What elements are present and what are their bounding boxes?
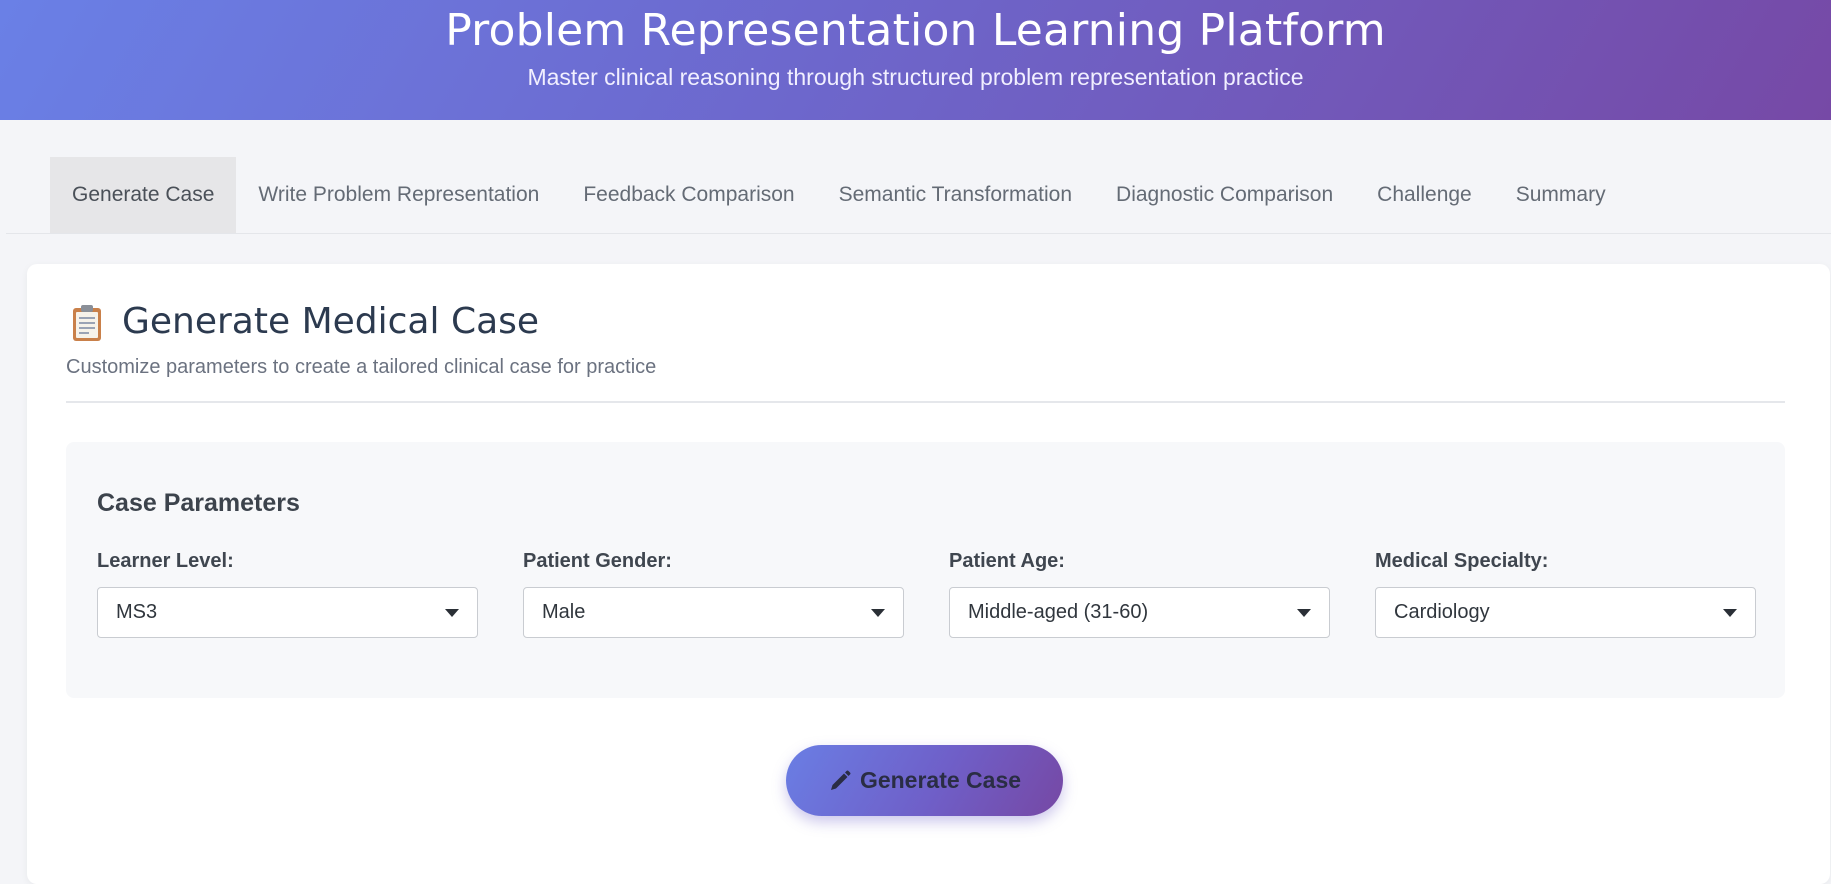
medical-specialty-select[interactable]: Cardiology <box>1375 587 1756 638</box>
tab-challenge[interactable]: Challenge <box>1355 157 1494 233</box>
app-title: Problem Representation Learning Platform <box>445 5 1386 56</box>
tab-bar: Generate Case Write Problem Representati… <box>6 157 1831 234</box>
patient-gender-select[interactable]: Male <box>523 587 904 638</box>
patient-gender-field: Patient Gender: Male <box>523 550 904 638</box>
caret-down-icon <box>871 608 885 617</box>
tab-diagnostic-comparison[interactable]: Diagnostic Comparison <box>1094 157 1355 233</box>
tab-label: Feedback Comparison <box>583 183 795 206</box>
tab-label: Diagnostic Comparison <box>1116 183 1334 206</box>
app-subtitle: Master clinical reasoning through struct… <box>527 64 1304 90</box>
app-header: Problem Representation Learning Platform… <box>0 0 1831 120</box>
tab-label: Summary <box>1515 183 1606 206</box>
learner-level-field: Learner Level: MS3 <box>97 550 478 638</box>
card-title: Generate Medical Case <box>122 301 540 342</box>
patient-age-select[interactable]: Middle-aged (31-60) <box>949 587 1330 638</box>
pencil-icon <box>830 770 851 790</box>
patient-age-field: Patient Age: Middle-aged (31-60) <box>949 550 1330 638</box>
tab-label: Challenge <box>1377 183 1472 206</box>
caret-down-icon <box>1723 608 1737 617</box>
tab-feedback-comparison[interactable]: Feedback Comparison <box>561 157 816 233</box>
generate-case-card: Generate Medical Case Customize paramete… <box>27 264 1830 884</box>
divider <box>66 401 1785 403</box>
clipboard-icon <box>72 304 101 341</box>
generate-case-button[interactable]: Generate Case <box>786 745 1063 816</box>
learner-level-label: Learner Level: <box>97 550 234 572</box>
medical-specialty-field: Medical Specialty: Cardiology <box>1375 550 1756 638</box>
tab-semantic-transformation[interactable]: Semantic Transformation <box>817 157 1094 233</box>
tab-summary[interactable]: Summary <box>1494 157 1628 233</box>
medical-specialty-label: Medical Specialty: <box>1375 550 1549 572</box>
tab-write-problem-representation[interactable]: Write Problem Representation <box>236 157 561 233</box>
card-subtitle: Customize parameters to create a tailore… <box>66 356 657 378</box>
generate-case-label: Generate Case <box>859 767 1022 793</box>
card-header: Generate Medical Case <box>72 301 539 342</box>
select-value: Cardiology <box>1394 601 1490 623</box>
tab-label: Semantic Transformation <box>838 183 1073 206</box>
select-value: Male <box>542 601 586 623</box>
case-parameters-panel: Case Parameters Learner Level: MS3 Patie… <box>66 442 1785 698</box>
select-value: MS3 <box>116 601 158 623</box>
caret-down-icon <box>1297 608 1311 617</box>
learner-level-select[interactable]: MS3 <box>97 587 478 638</box>
patient-gender-label: Patient Gender: <box>523 550 672 572</box>
patient-age-label: Patient Age: <box>949 550 1065 572</box>
tab-label: Write Problem Representation <box>258 183 540 206</box>
case-parameters-heading: Case Parameters <box>97 489 300 517</box>
tab-label: Generate Case <box>72 183 215 206</box>
caret-down-icon <box>445 608 459 617</box>
tab-generate-case[interactable]: Generate Case <box>50 157 237 233</box>
select-value: Middle-aged (31-60) <box>968 601 1149 623</box>
